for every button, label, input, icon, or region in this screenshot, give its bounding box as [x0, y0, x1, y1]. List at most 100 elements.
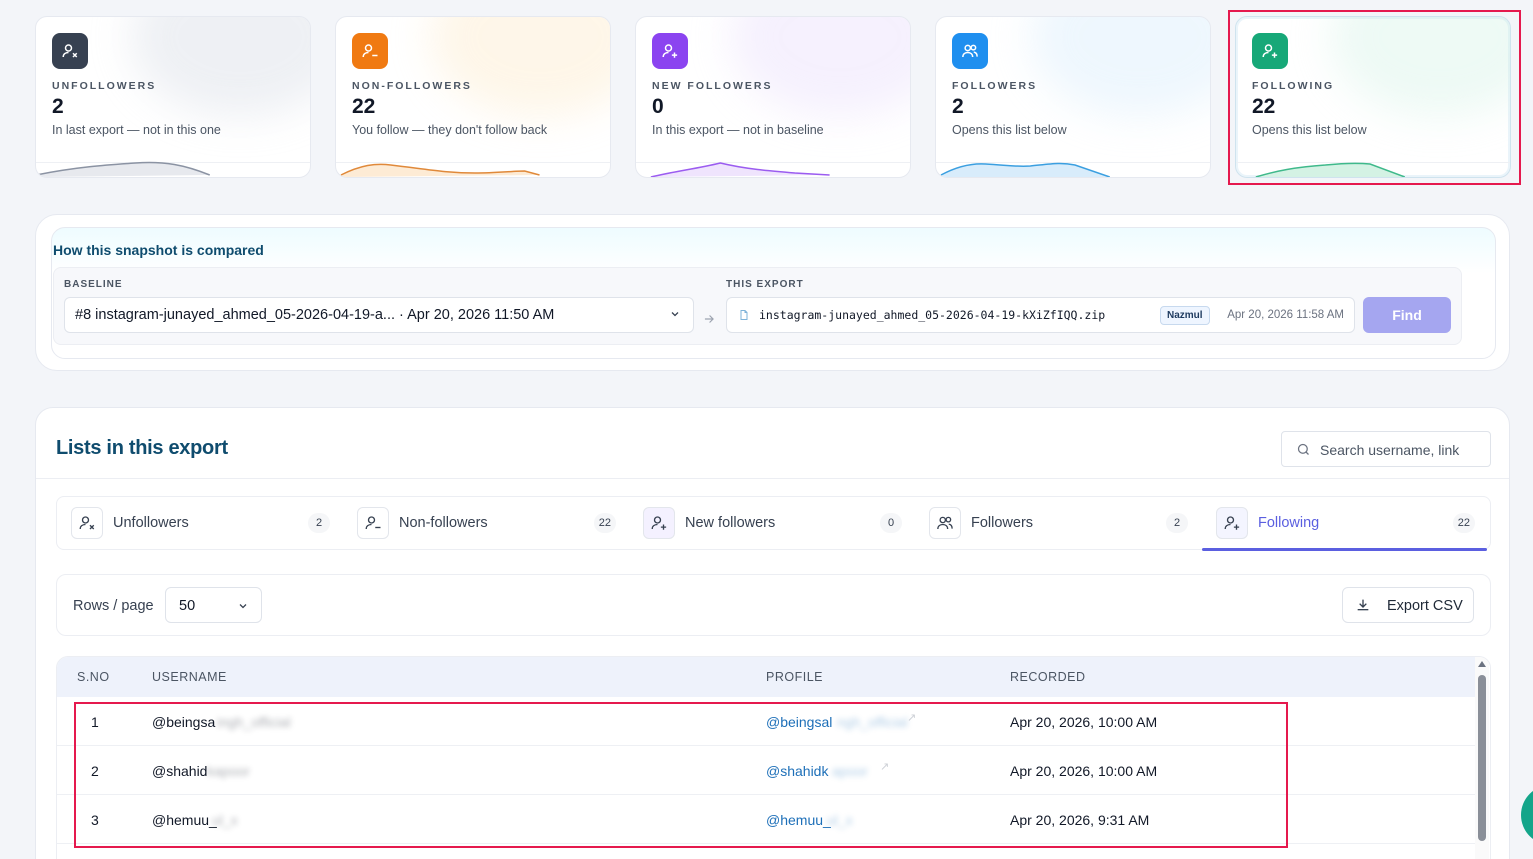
download-icon — [1355, 597, 1371, 618]
tab-unfollowers[interactable]: Unfollowers 2 — [57, 497, 342, 549]
card-following[interactable]: FOLLOWING 22 Opens this list below — [1235, 16, 1511, 178]
export-csv-button[interactable]: Export CSV — [1342, 587, 1474, 623]
search-box[interactable] — [1281, 431, 1491, 467]
rows-per-page-label: Rows / page — [73, 598, 154, 614]
card-subtitle: In this export — not in baseline — [652, 123, 824, 137]
row-username: @hemuu_ — [152, 812, 217, 828]
user-plus-icon — [1216, 507, 1248, 539]
tab-new-followers[interactable]: New followers 0 — [629, 497, 914, 549]
tab-label: Followers — [971, 515, 1034, 531]
card-label: FOLLOWERS — [952, 80, 1038, 92]
chevron-down-icon — [669, 308, 681, 324]
sparkline — [1255, 162, 1406, 177]
rows-per-page-select[interactable]: 50 — [165, 587, 262, 623]
rows-per-page-value: 50 — [179, 598, 196, 614]
snapshot-panel: How this snapshot is compared BASELINE #… — [35, 214, 1510, 371]
card-new-followers[interactable]: NEW FOLLOWERS 0 In this export — not in … — [635, 16, 911, 178]
lists-title: Lists in this export — [56, 437, 228, 459]
sparkline — [36, 161, 211, 177]
baseline-label: BASELINE — [64, 279, 123, 290]
table-row: 1 @beingsa ingh_official @beingsal ngh_o… — [57, 697, 1475, 746]
search-icon — [1296, 442, 1311, 462]
tab-count: 22 — [1452, 513, 1475, 533]
row-username: @beingsa — [152, 714, 216, 730]
tab-count: 22 — [593, 513, 616, 533]
external-link-icon[interactable]: ↗ — [880, 760, 889, 773]
row-sno: 1 — [91, 714, 99, 730]
stat-cards: UNFOLLOWERS 2 In last export — not in th… — [35, 16, 1515, 178]
user-x-icon — [71, 507, 103, 539]
floating-action-button[interactable] — [1521, 785, 1533, 845]
scroll-up-icon[interactable] — [1478, 661, 1486, 667]
profile-link[interactable]: @hemuu_ — [766, 812, 831, 828]
tab-non-followers[interactable]: Non-followers 22 — [343, 497, 628, 549]
card-followers[interactable]: FOLLOWERS 2 Opens this list below — [935, 16, 1211, 178]
lists-panel: Lists in this export Unfollowers 2 Non-f… — [35, 407, 1510, 859]
tab-count: 2 — [1166, 513, 1188, 533]
user-x-icon — [52, 33, 88, 69]
export-file-field: instagram-junayed_ahmed_05-2026-04-19-kX… — [726, 297, 1355, 333]
card-value: 22 — [1252, 95, 1276, 118]
col-profile: PROFILE — [766, 670, 823, 684]
user-minus-icon — [352, 33, 388, 69]
row-sno: 2 — [91, 763, 99, 779]
redacted-text: ul_x — [212, 812, 238, 828]
table-toolbar: Rows / page 50 Export CSV — [56, 574, 1491, 636]
row-username: @shahid — [152, 763, 208, 779]
profile-link[interactable]: @shahidk — [766, 763, 828, 779]
tab-followers[interactable]: Followers 2 — [915, 497, 1200, 549]
card-non-followers[interactable]: NON-FOLLOWERS 22 You follow — they don't… — [335, 16, 611, 178]
user-minus-icon — [357, 507, 389, 539]
card-subtitle: You follow — they don't follow back — [352, 123, 548, 137]
redacted-text: kapoor — [207, 763, 250, 779]
baseline-select[interactable]: #8 instagram-junayed_ahmed_05-2026-04-19… — [64, 297, 694, 333]
redacted-text: apoor — [832, 763, 868, 779]
card-subtitle: Opens this list below — [1252, 123, 1367, 137]
list-tabs: Unfollowers 2 Non-followers 22 New follo… — [56, 496, 1491, 551]
chevron-down-icon — [237, 599, 249, 617]
card-label: UNFOLLOWERS — [52, 80, 157, 92]
tab-count: 0 — [880, 513, 902, 533]
tab-label: Unfollowers — [113, 515, 189, 531]
row-recorded: Apr 20, 2026, 10:00 AM — [1010, 763, 1158, 779]
table-header: S.NO USERNAME PROFILE RECORDED — [57, 657, 1475, 697]
row-recorded: Apr 20, 2026, 9:31 AM — [1010, 812, 1150, 828]
file-icon — [738, 308, 750, 327]
user-plus-icon — [1252, 33, 1288, 69]
redacted-text: ngh_official — [837, 714, 908, 730]
profile-link[interactable]: @beingsal — [766, 714, 832, 730]
user-plus-icon — [652, 33, 688, 69]
sparkline — [940, 162, 1110, 177]
tab-label: Following — [1258, 515, 1320, 531]
users-icon — [952, 33, 988, 69]
card-subtitle: In last export — not in this one — [52, 123, 221, 137]
export-date: Apr 20, 2026 11:58 AM — [1227, 309, 1344, 321]
tab-following[interactable]: Following 22 — [1202, 497, 1487, 551]
snapshot-title: How this snapshot is compared — [53, 242, 264, 258]
export-filename: instagram-junayed_ahmed_05-2026-04-19-kX… — [759, 308, 1106, 322]
table-scrollbar[interactable] — [1475, 657, 1489, 859]
owner-tag: Nazmul — [1160, 306, 1210, 325]
card-unfollowers[interactable]: UNFOLLOWERS 2 In last export — not in th… — [35, 16, 311, 178]
row-sno: 3 — [91, 812, 99, 828]
col-username: USERNAME — [152, 670, 227, 684]
card-subtitle: Opens this list below — [952, 123, 1067, 137]
col-sno: S.NO — [77, 670, 110, 684]
tab-label: New followers — [685, 515, 776, 531]
redacted-text: ingh_official — [217, 714, 291, 730]
export-label: THIS EXPORT — [726, 279, 804, 290]
search-input[interactable] — [1320, 440, 1485, 460]
sparkline — [340, 163, 540, 177]
external-link-icon[interactable]: ↗ — [907, 711, 916, 724]
scrollbar-thumb[interactable] — [1478, 675, 1486, 841]
snapshot-compare-box: BASELINE #8 instagram-junayed_ahmed_05-2… — [53, 267, 1462, 345]
card-label: NON-FOLLOWERS — [352, 80, 472, 92]
table-row: 3 @hemuu_ ul_x @hemuu_ ul_x Apr 20, 2026… — [57, 795, 1475, 844]
redacted-text: ul_x — [827, 812, 853, 828]
card-label: FOLLOWING — [1252, 80, 1335, 92]
card-value: 2 — [952, 95, 964, 118]
find-button[interactable]: Find — [1363, 297, 1451, 333]
tab-label: Non-followers — [399, 515, 488, 531]
table-row — [57, 844, 1475, 859]
users-icon — [929, 507, 961, 539]
